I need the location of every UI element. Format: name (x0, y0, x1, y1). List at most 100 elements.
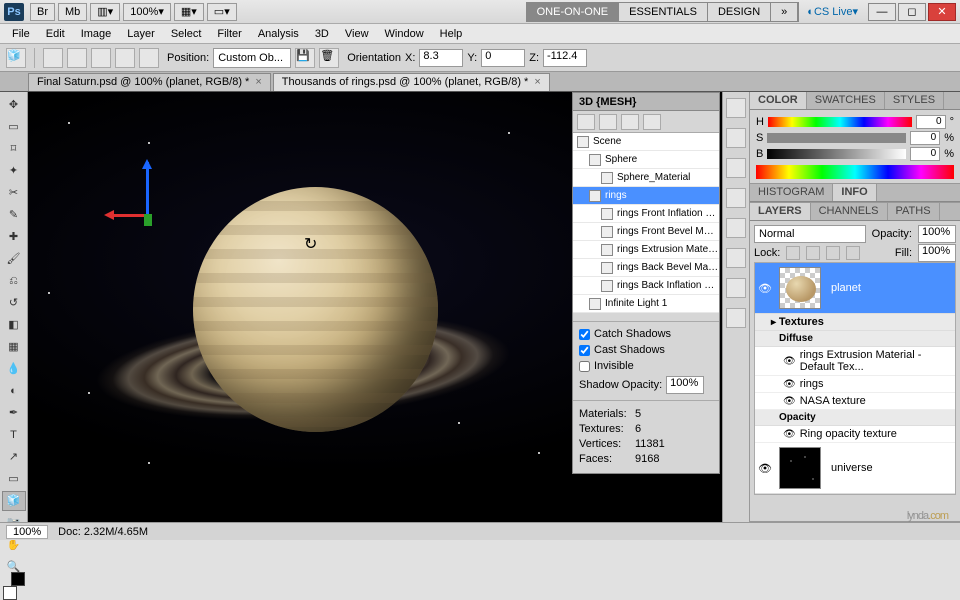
layer-planet[interactable]: 👁 planet (755, 263, 955, 314)
menu-help[interactable]: Help (432, 24, 471, 44)
workspace-essentials[interactable]: ESSENTIALS (619, 3, 708, 21)
hue-slider[interactable] (768, 117, 912, 127)
eraser-tool[interactable]: ◧ (2, 315, 26, 335)
workspace-switcher[interactable]: ONE-ON-ONE ESSENTIALS DESIGN » (526, 2, 800, 22)
position-select[interactable]: Custom Ob... (213, 48, 291, 68)
history-brush-tool[interactable]: ↺ (2, 293, 26, 313)
filter-light-icon[interactable] (643, 114, 661, 130)
maximize-button[interactable]: ◻ (898, 3, 926, 21)
tab-swatches[interactable]: SWATCHES (807, 92, 885, 109)
tree-item[interactable]: Scene (573, 133, 719, 151)
cast-shadows-checkbox[interactable]: Cast Shadows (579, 344, 713, 356)
minimize-button[interactable]: — (868, 3, 896, 21)
3d-rotate-icon[interactable] (43, 48, 63, 68)
tree-item[interactable]: rings Front Bevel Material (573, 223, 719, 241)
shape-tool[interactable]: ▭ (2, 469, 26, 489)
menu-analysis[interactable]: Analysis (250, 24, 307, 44)
menu-layer[interactable]: Layer (119, 24, 163, 44)
titlebar-btn-br[interactable]: Br (30, 3, 55, 21)
menu-edit[interactable]: Edit (38, 24, 73, 44)
layer-thumb[interactable] (779, 267, 821, 309)
3d-axis-widget[interactable] (108, 162, 198, 272)
titlebar-btn-mb[interactable]: Mb (58, 3, 87, 21)
catch-shadows-checkbox[interactable]: Catch Shadows (579, 328, 713, 340)
dock-icon-8[interactable] (726, 308, 746, 328)
lock-all-icon[interactable] (846, 246, 860, 260)
shadow-opacity-input[interactable]: 100% (666, 376, 704, 394)
sat-input[interactable]: 0 (910, 131, 940, 145)
filter-scene-icon[interactable] (577, 114, 595, 130)
visibility-icon[interactable]: 👁 (755, 462, 775, 475)
dock-icon-2[interactable] (726, 128, 746, 148)
workspace-one-on-one[interactable]: ONE-ON-ONE (527, 3, 620, 21)
close-icon[interactable]: × (255, 74, 261, 91)
tab-layers[interactable]: LAYERS (750, 203, 811, 220)
doc-tab-1[interactable]: Thousands of rings.psd @ 100% (planet, R… (273, 73, 550, 91)
wand-tool[interactable]: ✦ (2, 161, 26, 181)
gradient-tool[interactable]: ▦ (2, 337, 26, 357)
path-tool[interactable]: ↗ (2, 447, 26, 467)
orientation-y-input[interactable]: 0 (481, 49, 525, 67)
3d-panel-title[interactable]: 3D {MESH} (573, 93, 719, 111)
bri-slider[interactable] (767, 149, 906, 159)
layer-thumb[interactable] (779, 447, 821, 489)
delete-position-icon[interactable]: 🗑 (319, 48, 339, 68)
blend-mode-select[interactable]: Normal (754, 225, 866, 243)
lasso-tool[interactable]: ⌑ (2, 139, 26, 159)
crop-tool[interactable]: ✂ (2, 183, 26, 203)
lock-trans-icon[interactable] (786, 246, 800, 260)
dock-icon-7[interactable] (726, 278, 746, 298)
menu-3d[interactable]: 3D (307, 24, 337, 44)
close-button[interactable]: ✕ (928, 3, 956, 21)
lock-pixels-icon[interactable] (806, 246, 820, 260)
tree-item[interactable]: rings Back Inflation Mat... (573, 277, 719, 295)
menu-file[interactable]: File (4, 24, 38, 44)
menu-select[interactable]: Select (163, 24, 210, 44)
color-spectrum[interactable] (756, 165, 954, 179)
3d-slide-icon[interactable] (115, 48, 135, 68)
stamp-tool[interactable]: ⎌ (2, 271, 26, 291)
filter-material-icon[interactable] (621, 114, 639, 130)
pen-tool[interactable]: ✒ (2, 403, 26, 423)
eyedropper-tool[interactable]: ✎ (2, 205, 26, 225)
workspace-more[interactable]: » (771, 3, 798, 21)
tool-preset-icon[interactable]: 🧊 (6, 48, 26, 68)
sat-slider[interactable] (767, 133, 906, 143)
texture-item[interactable]: 👁 NASA texture (755, 393, 955, 410)
tab-histogram[interactable]: HISTOGRAM (750, 184, 833, 201)
type-tool[interactable]: T (2, 425, 26, 445)
diffuse-header[interactable]: Diffuse (755, 331, 955, 347)
tab-color[interactable]: COLOR (750, 92, 807, 109)
dock-icon-5[interactable] (726, 218, 746, 238)
tree-item[interactable]: rings Extrusion Material (573, 241, 719, 259)
texture-item[interactable]: 👁 rings (755, 376, 955, 393)
layer-opacity-input[interactable]: 100% (918, 225, 956, 243)
cs-live-button[interactable]: ◐ CS Live ▾ (807, 5, 858, 18)
lock-pos-icon[interactable] (826, 246, 840, 260)
tab-paths[interactable]: PATHS (888, 203, 940, 220)
visibility-icon[interactable]: 👁 (755, 282, 775, 295)
filter-mesh-icon[interactable] (599, 114, 617, 130)
3d-pan-icon[interactable] (91, 48, 111, 68)
tree-item[interactable]: Sphere_Material (573, 169, 719, 187)
layers-list[interactable]: 👁 planet ▸ Textures Diffuse 👁 rings Extr… (754, 262, 956, 495)
opacity-header[interactable]: Opacity (755, 410, 955, 426)
tree-item[interactable]: Infinite Light 1 (573, 295, 719, 313)
brush-tool[interactable]: 🖌 (2, 249, 26, 269)
titlebar-btn-grid[interactable]: ▦▾ (174, 3, 204, 21)
textures-header[interactable]: ▸ Textures (755, 314, 955, 331)
workspace-design[interactable]: DESIGN (708, 3, 771, 21)
3d-roll-icon[interactable] (67, 48, 87, 68)
layer-fill-input[interactable]: 100% (918, 244, 956, 262)
titlebar-btn-screen[interactable]: ▭▾ (207, 3, 237, 21)
dock-icon-3[interactable] (726, 158, 746, 178)
texture-item[interactable]: 👁 rings Extrusion Material - Default Tex… (755, 347, 955, 376)
bri-input[interactable]: 0 (910, 147, 940, 161)
zoom-field[interactable]: 100% (6, 525, 48, 539)
heal-tool[interactable]: ✚ (2, 227, 26, 247)
blur-tool[interactable]: 💧 (2, 359, 26, 379)
dock-icon-1[interactable] (726, 98, 746, 118)
dock-icon-4[interactable] (726, 188, 746, 208)
doc-tab-0[interactable]: Final Saturn.psd @ 100% (planet, RGB/8) … (28, 73, 271, 91)
move-tool[interactable]: ✥ (2, 95, 26, 115)
